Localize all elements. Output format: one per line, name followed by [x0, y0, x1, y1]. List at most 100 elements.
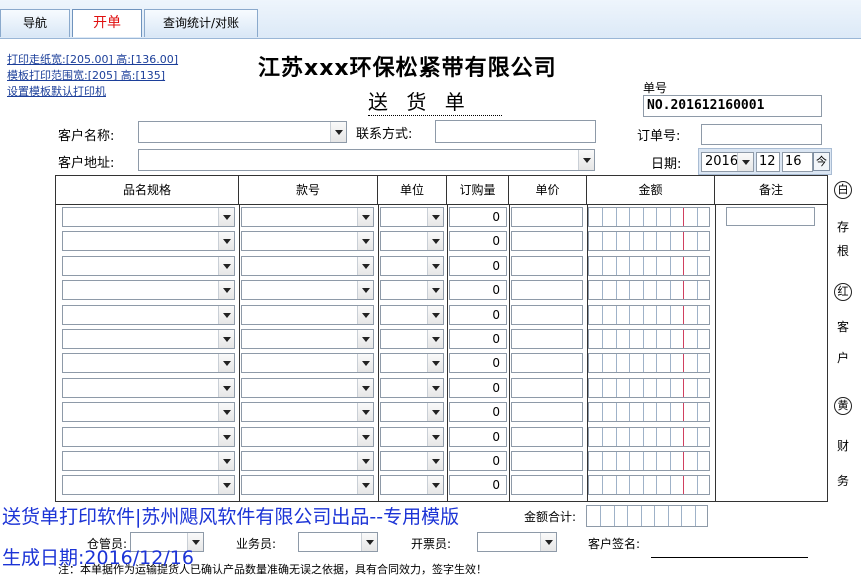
customer-order-input[interactable]	[701, 124, 822, 145]
tab-query-stats[interactable]: 查询统计/对账	[144, 9, 258, 37]
chevron-down-icon[interactable]	[218, 208, 234, 226]
unit-price-input[interactable]	[511, 256, 583, 276]
chevron-down-icon[interactable]	[737, 153, 753, 171]
unit-price-input[interactable]	[511, 329, 583, 349]
chevron-down-icon[interactable]	[218, 476, 234, 494]
product-combo[interactable]	[62, 329, 235, 349]
chevron-down-icon[interactable]	[218, 257, 234, 275]
quantity-input[interactable]: 0	[449, 256, 507, 276]
quantity-input[interactable]: 0	[449, 329, 507, 349]
quantity-input[interactable]: 0	[449, 378, 507, 398]
product-combo[interactable]	[62, 402, 235, 422]
style-no-combo[interactable]	[241, 475, 374, 495]
product-combo[interactable]	[62, 451, 235, 471]
chevron-down-icon[interactable]	[357, 452, 373, 470]
unit-combo[interactable]	[380, 305, 444, 325]
chevron-down-icon[interactable]	[427, 330, 443, 348]
quantity-input[interactable]: 0	[449, 451, 507, 471]
invoice-combo[interactable]	[477, 532, 557, 552]
chevron-down-icon[interactable]	[357, 306, 373, 324]
unit-price-input[interactable]	[511, 378, 583, 398]
chevron-down-icon[interactable]	[427, 354, 443, 372]
style-no-combo[interactable]	[241, 427, 374, 447]
unit-price-input[interactable]	[511, 402, 583, 422]
date-month-field[interactable]: 12	[756, 152, 780, 172]
contact-input[interactable]	[435, 120, 596, 143]
unit-price-input[interactable]	[511, 475, 583, 495]
date-day-select[interactable]: 16	[782, 152, 813, 172]
unit-combo[interactable]	[380, 329, 444, 349]
customer-name-combo[interactable]	[138, 121, 347, 143]
chevron-down-icon[interactable]	[427, 208, 443, 226]
chevron-down-icon[interactable]	[357, 379, 373, 397]
product-combo[interactable]	[62, 280, 235, 300]
quantity-input[interactable]: 0	[449, 427, 507, 447]
chevron-down-icon[interactable]	[330, 122, 346, 142]
chevron-down-icon[interactable]	[427, 232, 443, 250]
product-combo[interactable]	[62, 475, 235, 495]
chevron-down-icon[interactable]	[427, 281, 443, 299]
chevron-down-icon[interactable]	[427, 476, 443, 494]
unit-price-input[interactable]	[511, 305, 583, 325]
chevron-down-icon[interactable]	[218, 330, 234, 348]
product-combo[interactable]	[62, 427, 235, 447]
unit-price-input[interactable]	[511, 207, 583, 227]
style-no-combo[interactable]	[241, 402, 374, 422]
unit-combo[interactable]	[380, 402, 444, 422]
unit-price-input[interactable]	[511, 231, 583, 251]
tab-new-order[interactable]: 开单	[72, 9, 142, 37]
unit-combo[interactable]	[380, 451, 444, 471]
unit-price-input[interactable]	[511, 451, 583, 471]
tab-navigation[interactable]: 导航	[0, 9, 70, 37]
unit-price-input[interactable]	[511, 427, 583, 447]
chevron-down-icon[interactable]	[357, 281, 373, 299]
style-no-combo[interactable]	[241, 329, 374, 349]
default-printer-link[interactable]: 设置模板默认打印机	[7, 83, 106, 99]
unit-combo[interactable]	[380, 378, 444, 398]
unit-combo[interactable]	[380, 427, 444, 447]
chevron-down-icon[interactable]	[427, 257, 443, 275]
chevron-down-icon[interactable]	[361, 533, 377, 551]
chevron-down-icon[interactable]	[357, 354, 373, 372]
order-number-field[interactable]: NO.201612160001	[643, 95, 822, 117]
remarks-input[interactable]	[726, 207, 815, 226]
chevron-down-icon[interactable]	[357, 428, 373, 446]
quantity-input[interactable]: 0	[449, 280, 507, 300]
chevron-down-icon[interactable]	[357, 208, 373, 226]
quantity-input[interactable]: 0	[449, 305, 507, 325]
chevron-down-icon[interactable]	[218, 306, 234, 324]
chevron-down-icon[interactable]	[540, 533, 556, 551]
chevron-down-icon[interactable]	[427, 379, 443, 397]
template-range-link[interactable]: 模板打印范围宽:[205] 高:[135]	[7, 67, 165, 83]
style-no-combo[interactable]	[241, 207, 374, 227]
chevron-down-icon[interactable]	[427, 306, 443, 324]
unit-price-input[interactable]	[511, 353, 583, 373]
date-year-select[interactable]: 2016	[701, 152, 754, 172]
chevron-down-icon[interactable]	[427, 403, 443, 421]
customer-address-combo[interactable]	[138, 149, 595, 171]
style-no-combo[interactable]	[241, 451, 374, 471]
quantity-input[interactable]: 0	[449, 207, 507, 227]
chevron-down-icon[interactable]	[357, 257, 373, 275]
product-combo[interactable]	[62, 256, 235, 276]
sales-combo[interactable]	[298, 532, 378, 552]
chevron-down-icon[interactable]	[427, 452, 443, 470]
style-no-combo[interactable]	[241, 305, 374, 325]
unit-combo[interactable]	[380, 207, 444, 227]
style-no-combo[interactable]	[241, 378, 374, 398]
unit-combo[interactable]	[380, 353, 444, 373]
chevron-down-icon[interactable]	[357, 403, 373, 421]
chevron-down-icon[interactable]	[218, 232, 234, 250]
chevron-down-icon[interactable]	[357, 232, 373, 250]
unit-combo[interactable]	[380, 231, 444, 251]
chevron-down-icon[interactable]	[427, 428, 443, 446]
chevron-down-icon[interactable]	[218, 452, 234, 470]
unit-combo[interactable]	[380, 280, 444, 300]
today-button[interactable]: 今	[813, 152, 830, 171]
product-combo[interactable]	[62, 207, 235, 227]
quantity-input[interactable]: 0	[449, 353, 507, 373]
chevron-down-icon[interactable]	[218, 281, 234, 299]
product-combo[interactable]	[62, 305, 235, 325]
style-no-combo[interactable]	[241, 231, 374, 251]
unit-combo[interactable]	[380, 256, 444, 276]
